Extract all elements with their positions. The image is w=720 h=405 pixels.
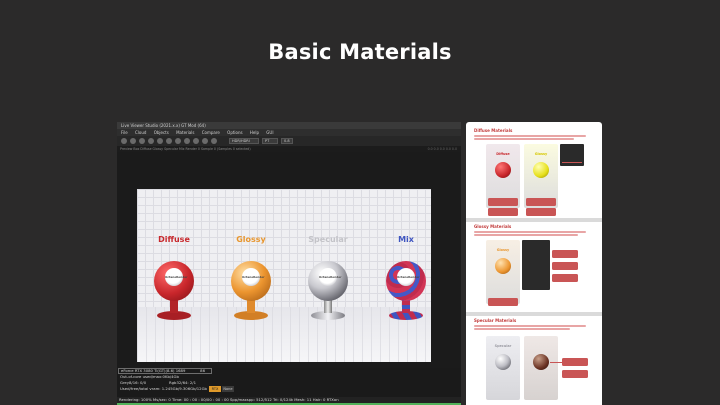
info-bar: Preview Box Diffuse Glossy Specular Mix … [117,146,461,152]
tutorial-panel[interactable]: Diffuse Materials Diffuse Glossy Glossy … [466,122,602,405]
thumb-card-specular-2 [524,336,558,400]
refresh-icon[interactable] [148,138,154,144]
kernel-select[interactable]: HDR/HDRI [229,138,259,144]
renderer-window: Live Viewer Studio (2021.x.x) GT Mod (64… [117,122,461,405]
focus-icon[interactable] [184,138,190,144]
section-title-specular: Specular Materials [474,318,517,323]
camera-icon[interactable] [166,138,172,144]
thumb-sphere-glossy-2 [495,258,511,274]
thumb-label-diffuse: Diffuse [496,152,510,156]
render-start-icon[interactable] [121,138,127,144]
callout-badge [488,208,518,216]
callout-line [550,362,562,363]
settings-icon[interactable] [202,138,208,144]
section-text [474,325,586,327]
eye-text-glossy: OctaneRender [242,275,265,279]
section-text [474,328,570,330]
info-right: 0.0 0.0 0.0 0.0 0.0 [427,147,457,151]
material-editor-screenshot [522,240,550,290]
value-field[interactable]: 0.8 [281,138,293,144]
info-text: Preview Box Diffuse Glossy Specular Mix … [120,147,251,151]
callout-badge [552,262,578,270]
render-status-text: Rendering: 100% Ms/sec: 0 Time: 00 : 00 … [119,397,339,402]
section-text [474,231,586,233]
label-glossy: Glossy [236,235,266,244]
menu-bar: File Cloud Objects Materials Compare Opt… [117,129,461,136]
callout-badge [526,198,556,206]
eye-text-mix: OctaneRender [397,275,420,279]
thumb-sphere-glossy [533,162,549,178]
callout-badge [552,274,578,282]
menu-cloud[interactable]: Cloud [135,130,146,135]
page-divider [466,218,602,222]
eye-text-diffuse: OctaneRender [165,275,188,279]
rtx-button[interactable]: RTX [209,386,221,392]
gpu-value: 86 [200,368,205,373]
menu-options[interactable]: Options [227,130,242,135]
slide-title: Basic Materials [268,40,452,64]
section-text [474,138,574,140]
thumb-card-glossy-2: Glossy [486,240,520,304]
callout-badge [552,250,578,258]
section-title-diffuse: Diffuse Materials [474,128,513,133]
toolbar: HDR/HDRI PT 0.8 [117,136,461,146]
menu-materials[interactable]: Materials [176,130,194,135]
pick-icon[interactable] [193,138,199,144]
thumb-sphere-specular-2 [533,354,549,370]
thumb-sphere-diffuse [495,162,511,178]
lock-icon[interactable] [157,138,163,144]
thumb-label-glossy-2: Glossy [496,248,510,252]
none-button[interactable]: None [222,386,234,392]
section-text [474,135,586,137]
stand-neck-diffuse [170,299,178,313]
callout-badge [562,370,588,378]
label-specular: Specular [308,235,348,244]
clay-icon[interactable] [211,138,217,144]
region-icon[interactable] [175,138,181,144]
callout-badge [488,298,518,306]
menu-objects[interactable]: Objects [154,130,169,135]
mode-select[interactable]: PT [262,138,278,144]
thumb-label-glossy: Glossy [534,152,548,156]
callout-badge [526,208,556,216]
section-title-glossy: Glossy Materials [474,224,512,229]
gpu-name: eForce RTX 3080 Ti(GT)(8.6) 1689 [121,368,186,373]
eye-text-specular: OctaneRender [319,275,342,279]
window-titlebar: Live Viewer Studio (2021.x.x) GT Mod (64… [117,122,461,129]
callout-badge [562,358,588,366]
render-status-bar: Rendering: 100% Ms/sec: 0 Time: 00 : 00 … [117,397,461,405]
menu-help[interactable]: Help [250,130,259,135]
callout-badge [488,198,518,206]
render-viewport[interactable]: Diffuse OctaneRender Glossy OctaneRender… [137,189,431,362]
stand-neck-glossy [247,299,255,313]
render-stop-icon[interactable] [130,138,136,144]
menu-file[interactable]: File [121,130,128,135]
menu-gui[interactable]: GUI [266,130,273,135]
label-mix: Mix [398,235,414,244]
callout-line [562,162,582,163]
vram-usage: Used/free/total vram: 1.245Gb/9.306Gb/12… [120,386,207,391]
section-text [474,234,578,236]
thumb-label-specular: Specular [494,344,512,348]
render-pause-icon[interactable] [139,138,145,144]
label-diffuse: Diffuse [158,235,190,244]
stand-neck-mix [402,299,410,313]
menu-compare[interactable]: Compare [202,130,220,135]
thumb-card-specular: Specular [486,336,520,400]
page-divider [466,312,602,316]
stand-neck-specular [324,299,332,313]
thumb-sphere-specular [495,354,511,370]
